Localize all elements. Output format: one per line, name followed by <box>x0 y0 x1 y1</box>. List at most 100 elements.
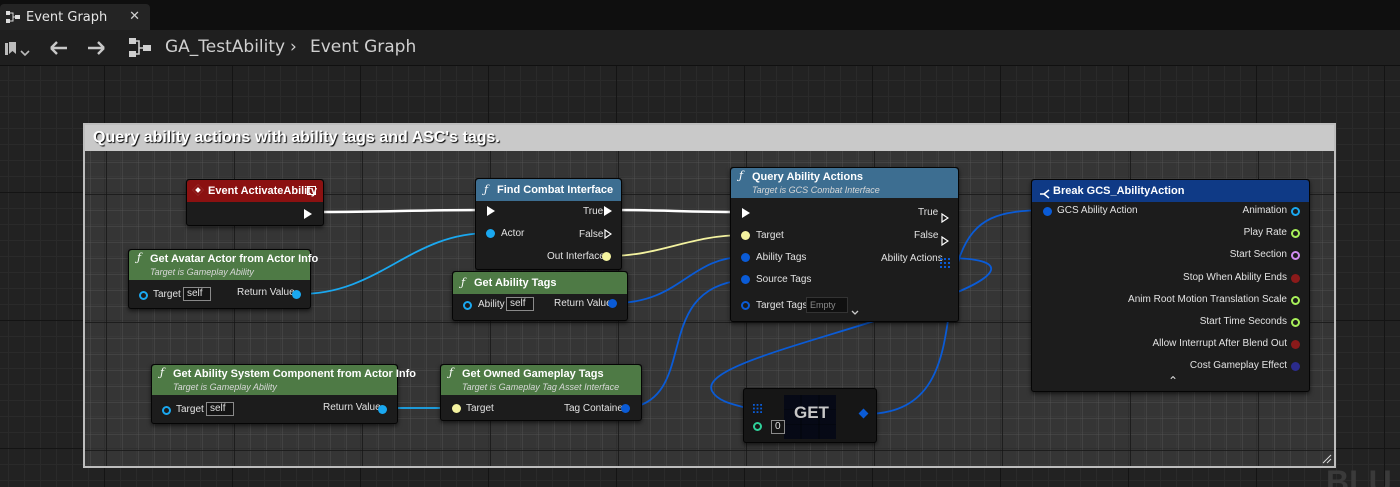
ability-pin[interactable] <box>463 301 472 310</box>
node-title: Find Combat Interface <box>497 184 614 196</box>
node-header: ƒ Get Ability System Component from Acto… <box>152 365 416 395</box>
exec-wire-1 <box>317 208 487 214</box>
chevron-down-icon[interactable] <box>851 301 859 320</box>
node-title: Break GCS_AbilityAction <box>1053 185 1185 197</box>
node-get-owned-gameplay-tags[interactable]: ƒ Get Owned Gameplay Tags Target is Game… <box>440 364 642 421</box>
out-interface-pin[interactable] <box>602 252 611 261</box>
target-self-field[interactable]: self <box>206 402 234 416</box>
pin-label: Target <box>466 403 494 414</box>
node-break-ability-action[interactable]: Break GCS_AbilityAction GCS Ability Acti… <box>1031 179 1310 392</box>
return-value-pin[interactable] <box>378 405 387 414</box>
exec-in-pin[interactable] <box>742 208 750 218</box>
node-get-asc-from-actor-info[interactable]: ƒ Get Ability System Component from Acto… <box>151 364 416 424</box>
target-tags-pin[interactable] <box>741 301 750 310</box>
breadcrumb-graph[interactable]: Event Graph <box>310 37 416 57</box>
node-title: GET <box>794 403 829 422</box>
break-output-pin[interactable] <box>1291 362 1300 372</box>
actor-pin[interactable] <box>486 229 495 238</box>
node-subtitle: Target is GCS Combat Interface <box>752 185 880 195</box>
node-title: Get Avatar Actor from Actor Info <box>150 253 319 265</box>
array-pin-icon[interactable] <box>753 398 762 417</box>
chevron-down-icon[interactable] <box>20 43 30 62</box>
exec-in-pin[interactable] <box>487 206 495 216</box>
back-arrow-icon[interactable] <box>49 40 69 60</box>
pin-label: Return Value <box>237 287 295 298</box>
function-icon: ƒ <box>137 251 142 264</box>
pin-label: False <box>579 229 604 240</box>
break-output-pin[interactable] <box>1291 295 1300 305</box>
input-struct-pin[interactable] <box>1043 207 1052 216</box>
watermark: BLU <box>1326 464 1392 487</box>
source-tags-pin[interactable] <box>741 275 750 284</box>
break-output-label: Allow Interrupt After Blend Out <box>1152 338 1287 350</box>
target-pin[interactable] <box>139 291 148 300</box>
node-find-combat-interface[interactable]: ƒ Find Combat Interface True Actor False… <box>475 178 622 270</box>
return-value-pin[interactable] <box>292 290 301 299</box>
array-pin-icon[interactable] <box>940 253 950 272</box>
output-pin[interactable] <box>858 408 869 419</box>
target-pin[interactable] <box>162 406 171 415</box>
delegate-pin-icon[interactable] <box>307 186 316 195</box>
break-output-pin[interactable] <box>1291 207 1300 216</box>
collapse-arrow-icon[interactable]: ⌃ <box>1168 374 1178 388</box>
node-header: ƒ Get Owned Gameplay Tags Target is Game… <box>441 365 641 395</box>
break-output-pin[interactable] <box>1291 318 1300 327</box>
function-icon: ƒ <box>739 169 744 182</box>
function-icon: ƒ <box>484 183 489 196</box>
break-output-label: Start Section <box>1229 249 1287 261</box>
node-query-ability-actions[interactable]: ƒ Query Ability Actions Target is GCS Co… <box>730 167 959 322</box>
tab-bar: Event Graph ✕ <box>0 0 1400 30</box>
pin-label: Target <box>176 404 204 415</box>
pin-label: Ability Actions <box>881 253 943 264</box>
node-header: ƒ Get Ability Tags <box>453 272 627 294</box>
node-array-get[interactable]: GET 0 <box>743 388 877 443</box>
node-header: Break GCS_AbilityAction <box>1032 180 1309 202</box>
ability-self-field[interactable]: self <box>506 297 534 311</box>
breadcrumb-separator: › <box>290 37 297 57</box>
pin-label: Target <box>756 230 784 241</box>
break-output-pin[interactable] <box>1291 273 1300 283</box>
exec-out-pin[interactable] <box>304 209 312 219</box>
node-get-avatar-actor[interactable]: ƒ Get Avatar Actor from Actor Info Targe… <box>128 249 318 309</box>
bookmark-icon[interactable] <box>5 40 17 59</box>
index-field[interactable]: 0 <box>771 420 785 434</box>
target-pin[interactable] <box>452 404 461 413</box>
pin-label: False <box>914 230 939 241</box>
node-header: Event ActivateAbility <box>187 180 323 202</box>
target-pin[interactable] <box>741 231 750 240</box>
exec-false-pin[interactable] <box>604 229 612 239</box>
graph-canvas[interactable]: Query ability actions with ability tags … <box>0 66 1400 487</box>
exec-false-pin[interactable] <box>941 231 950 250</box>
break-struct-icon <box>1040 185 1050 207</box>
break-output-label: Play Rate <box>1243 227 1287 239</box>
break-output-pin[interactable] <box>1291 229 1300 239</box>
pin-label: Ability <box>478 299 505 310</box>
breadcrumb-blueprint[interactable]: GA_TestAbility <box>165 37 285 57</box>
node-get-ability-tags[interactable]: ƒ Get Ability Tags Ability self Return V… <box>452 271 628 321</box>
ability-tags-pin[interactable] <box>741 253 750 262</box>
break-output-pin[interactable] <box>1291 340 1300 350</box>
tab-event-graph[interactable]: Event Graph ✕ <box>0 4 150 30</box>
exec-true-pin[interactable] <box>604 206 612 216</box>
ability-tags-wire <box>614 256 745 304</box>
index-pin[interactable] <box>753 422 762 431</box>
return-value-pin[interactable] <box>608 299 617 308</box>
node-subtitle: Target is Gameplay Ability <box>173 382 277 392</box>
node-subtitle: Target is Gameplay Ability <box>150 267 254 277</box>
node-event-activate-ability[interactable]: Event ActivateAbility <box>186 179 324 226</box>
close-icon[interactable]: ✕ <box>129 9 140 24</box>
forward-arrow-icon[interactable] <box>86 40 106 60</box>
pin-label: True <box>918 207 939 218</box>
pin-label: Target Tags <box>756 300 808 311</box>
target-self-field[interactable]: self <box>183 287 211 301</box>
pin-label: Return Value <box>554 298 612 309</box>
tag-container-pin[interactable] <box>621 404 630 413</box>
target-tags-field[interactable]: Empty <box>806 297 848 313</box>
pin-label: GCS Ability Action <box>1057 205 1138 216</box>
exec-true-pin[interactable] <box>941 208 950 227</box>
break-output-pin[interactable] <box>1291 251 1300 261</box>
exec-wire-2 <box>611 208 743 214</box>
break-output-label: Animation <box>1242 205 1287 216</box>
event-diamond-icon <box>192 184 204 196</box>
node-title: Event ActivateAbility <box>208 185 318 197</box>
